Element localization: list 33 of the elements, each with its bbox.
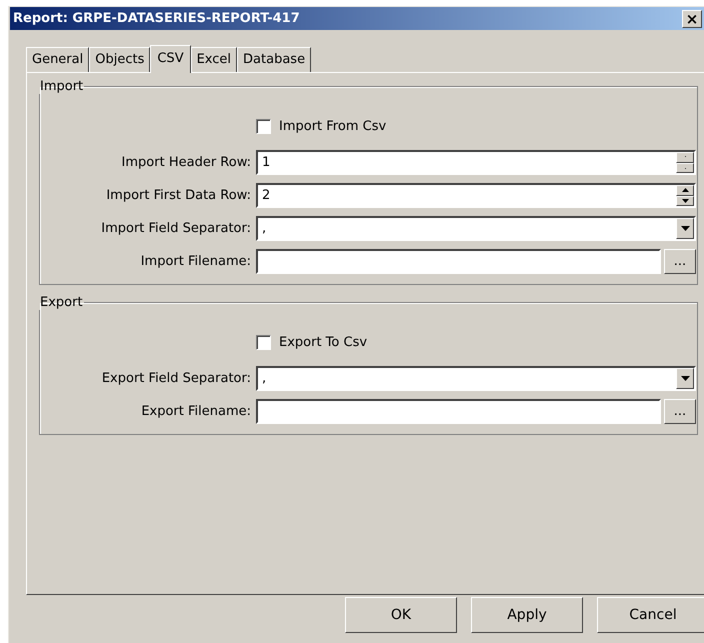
field-label: Export Field Separator:: [100, 371, 252, 386]
tab[interactable]: Database: [237, 47, 312, 72]
dropdown-button[interactable]: [676, 218, 694, 239]
field-label: Import Header Row:: [120, 155, 252, 170]
input-field[interactable]: [256, 399, 661, 424]
dropdown-field[interactable]: ,: [256, 366, 696, 391]
field-label: Import Filename:: [140, 254, 252, 269]
dialog-button[interactable]: OK: [345, 597, 457, 633]
field-label: Import Field Separator:: [100, 221, 252, 236]
dialog-button[interactable]: Apply: [471, 597, 583, 633]
browse-button[interactable]: ...: [664, 399, 696, 424]
dropdown-button[interactable]: [676, 368, 694, 389]
tab[interactable]: Objects: [89, 47, 150, 72]
spin-field[interactable]: 2: [256, 183, 696, 208]
spin-down-button[interactable]: [676, 196, 694, 206]
checkbox[interactable]: [256, 118, 271, 134]
checkbox-label: Export To Csv: [279, 334, 368, 350]
dropdown-field[interactable]: ,: [256, 216, 696, 241]
window-title: Report: GRPE-DATASERIES-REPORT-417: [13, 11, 300, 26]
tab[interactable]: Excel: [190, 47, 238, 72]
browse-button[interactable]: ...: [664, 249, 696, 274]
tab[interactable]: General: [26, 47, 90, 72]
field-label: Import First Data Row:: [105, 188, 252, 203]
group-title: Export: [39, 295, 84, 310]
spin-up-button[interactable]: [676, 185, 694, 196]
dialog-button[interactable]: Cancel: [597, 597, 704, 633]
close-button[interactable]: ×: [682, 10, 702, 28]
group-title: Import: [39, 79, 84, 94]
checkbox-label: Import From Csv: [279, 118, 386, 134]
tab[interactable]: CSV: [150, 45, 191, 73]
checkbox[interactable]: [256, 334, 271, 350]
field-label: Export Filename:: [140, 404, 252, 419]
input-field[interactable]: [256, 249, 661, 274]
